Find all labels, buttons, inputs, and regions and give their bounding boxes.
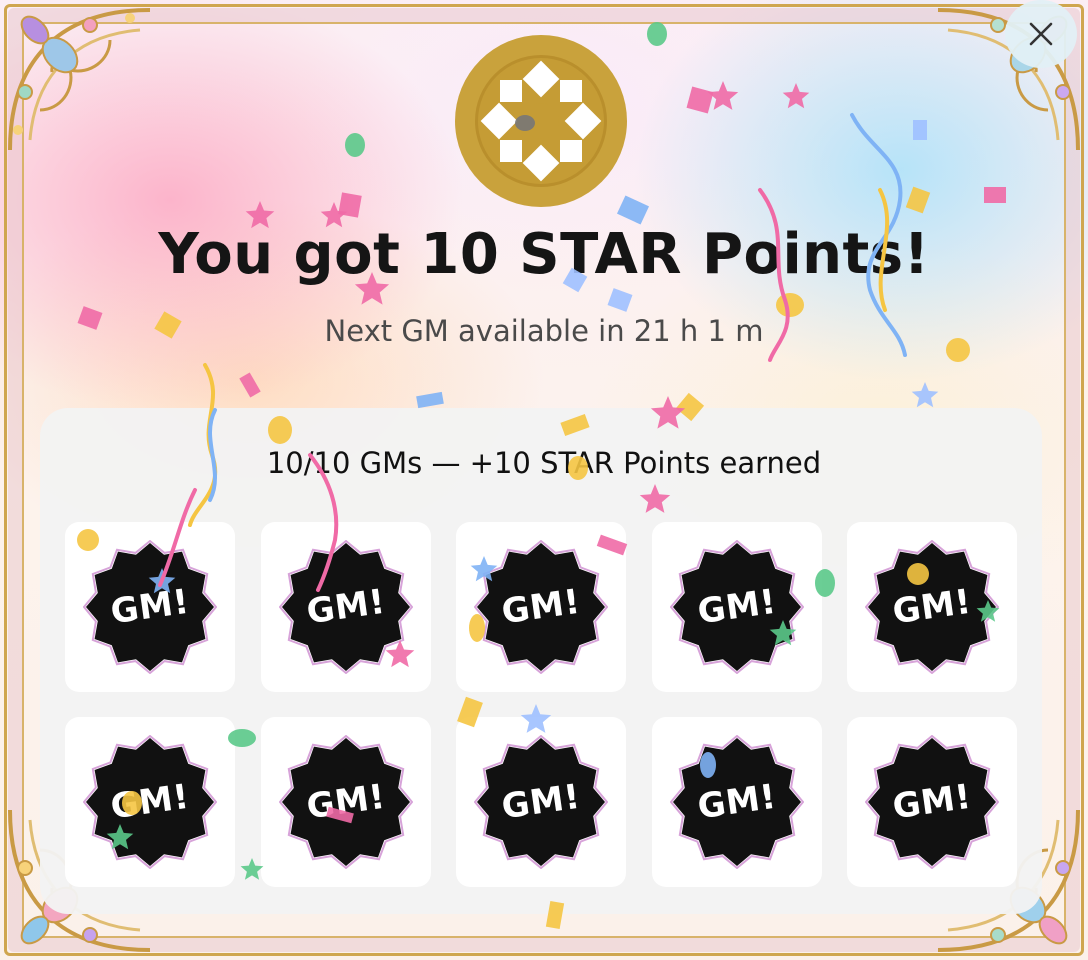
gm-badge-tile: GM! bbox=[456, 522, 626, 692]
gm-badge: GM! bbox=[865, 735, 999, 869]
gm-badge-tile: GM! bbox=[65, 522, 235, 692]
gm-badge-tile: GM! bbox=[65, 717, 235, 887]
gm-badge: GM! bbox=[669, 540, 804, 674]
confetti-piece bbox=[905, 186, 931, 214]
confetti-piece bbox=[647, 22, 667, 46]
gm-badge-tile: GM! bbox=[847, 522, 1017, 692]
confetti-piece bbox=[607, 288, 633, 312]
gm-badge: GM! bbox=[474, 735, 608, 869]
gm-badge: GM! bbox=[474, 540, 608, 674]
confetti-star bbox=[707, 81, 739, 110]
gm-badge-tile: GM! bbox=[260, 717, 431, 887]
gm-badge-tile: GM! bbox=[260, 522, 431, 692]
confetti-piece bbox=[239, 372, 261, 398]
gm-badge-tile: GM! bbox=[651, 717, 822, 887]
gm-badge: GM! bbox=[669, 735, 804, 869]
confetti-piece bbox=[686, 86, 714, 114]
confetti-star bbox=[911, 382, 939, 408]
gm-badge: GM! bbox=[865, 540, 999, 674]
reward-dialog: You got 10 STAR Points! Next GM availabl… bbox=[0, 0, 1088, 960]
gm-badge-grid: GM! GM! GM! GM! GM! GM! GM! GM! GM! GM! bbox=[65, 522, 1017, 887]
star-coin-icon bbox=[455, 35, 627, 207]
ornament-corner-top-left bbox=[8, 8, 151, 151]
gm-badge: GM! bbox=[278, 735, 413, 869]
confetti-piece bbox=[338, 192, 362, 218]
gm-badge-tile: GM! bbox=[847, 717, 1017, 887]
next-gm-countdown: Next GM available in 21 h 1 m bbox=[324, 314, 764, 348]
gm-badge: GM! bbox=[83, 735, 217, 869]
gm-badge: GM! bbox=[83, 540, 217, 674]
gm-progress-text: 10/10 GMs — +10 STAR Points earned bbox=[266, 446, 822, 480]
confetti-star bbox=[782, 83, 810, 109]
close-icon bbox=[1029, 22, 1053, 46]
close-button[interactable] bbox=[1005, 0, 1077, 68]
reward-title: You got 10 STAR Points! bbox=[158, 222, 930, 287]
gm-badge: GM! bbox=[278, 540, 413, 674]
confetti-piece bbox=[345, 133, 365, 157]
confetti-piece bbox=[913, 120, 927, 140]
confetti-piece bbox=[984, 187, 1006, 203]
gm-badge-tile: GM! bbox=[651, 522, 822, 692]
gm-badge-tile: GM! bbox=[456, 717, 626, 887]
confetti-piece bbox=[416, 391, 444, 409]
